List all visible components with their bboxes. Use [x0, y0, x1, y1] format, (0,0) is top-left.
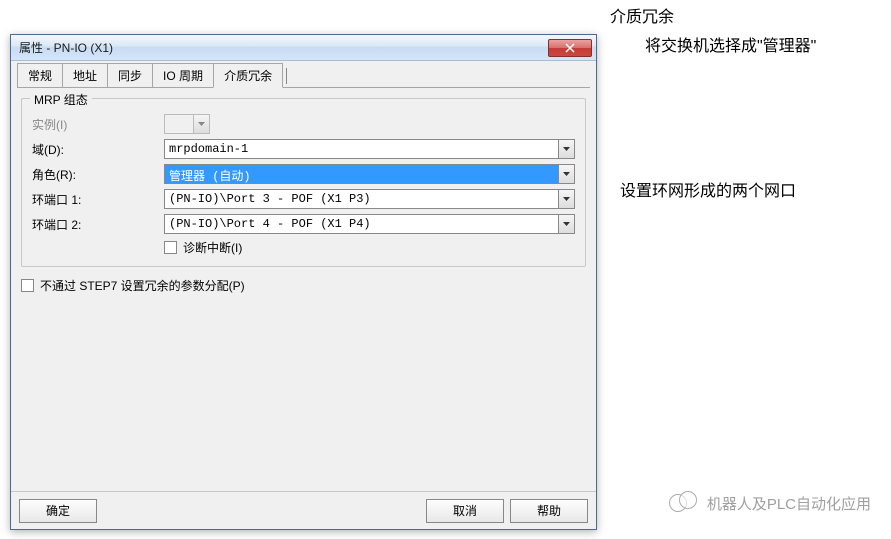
instance-value — [165, 115, 193, 133]
port1-dropdown-button[interactable] — [558, 190, 574, 208]
chevron-down-icon — [198, 122, 205, 126]
tab-general[interactable]: 常规 — [17, 63, 63, 87]
wechat-icon — [669, 491, 699, 515]
tab-io-cycle[interactable]: IO 周期 — [152, 63, 214, 87]
port2-label: 环端口 2: — [32, 216, 164, 233]
domain-value: mrpdomain-1 — [165, 140, 558, 158]
mrp-group-title: MRP 组态 — [30, 91, 92, 108]
tab-media-redundancy[interactable]: 介质冗余 — [213, 63, 283, 88]
tab-divider — [286, 68, 287, 84]
domain-dropdown-button[interactable] — [558, 140, 574, 158]
watermark: 机器人及PLC自动化应用 — [669, 491, 871, 515]
tab-address[interactable]: 地址 — [62, 63, 108, 87]
mrp-group: MRP 组态 实例(I) 域(D): mrpdomain-1 — [21, 98, 586, 267]
button-bar: 确定 取消 帮助 — [11, 491, 596, 529]
cancel-button[interactable]: 取消 — [426, 499, 504, 523]
role-combo[interactable]: 管理器 (自动) — [164, 164, 575, 184]
chevron-down-icon — [563, 172, 570, 176]
close-icon — [565, 43, 575, 53]
domain-combo[interactable]: mrpdomain-1 — [164, 139, 575, 159]
annotation-media-redundancy: 介质冗余 — [610, 6, 674, 30]
tab-content: MRP 组态 实例(I) 域(D): mrpdomain-1 — [17, 87, 590, 487]
help-button[interactable]: 帮助 — [510, 499, 588, 523]
step7-checkbox[interactable] — [21, 279, 34, 292]
ok-button[interactable]: 确定 — [19, 499, 97, 523]
diag-interrupt-label: 诊断中断(I) — [183, 239, 242, 256]
watermark-text: 机器人及PLC自动化应用 — [707, 493, 871, 514]
tab-bar: 常规 地址 同步 IO 周期 介质冗余 — [11, 61, 596, 87]
instance-combo — [164, 114, 210, 134]
port2-dropdown-button[interactable] — [558, 215, 574, 233]
annotation-ring-ports: 设置环网形成的两个网口 — [620, 180, 796, 204]
annotation-select-manager: 将交换机选择成"管理器" — [645, 35, 865, 59]
port2-combo[interactable]: (PN-IO)\Port 4 - POF (X1 P4) — [164, 214, 575, 234]
role-label: 角色(R): — [32, 166, 164, 183]
port1-value: (PN-IO)\Port 3 - POF (X1 P3) — [165, 190, 558, 208]
tab-sync[interactable]: 同步 — [107, 63, 153, 87]
chevron-down-icon — [563, 197, 570, 201]
role-dropdown-button[interactable] — [558, 165, 574, 183]
domain-label: 域(D): — [32, 141, 164, 158]
port1-label: 环端口 1: — [32, 191, 164, 208]
port2-value: (PN-IO)\Port 4 - POF (X1 P4) — [165, 215, 558, 233]
port1-combo[interactable]: (PN-IO)\Port 3 - POF (X1 P3) — [164, 189, 575, 209]
role-value: 管理器 (自动) — [165, 165, 558, 183]
instance-label: 实例(I) — [32, 116, 164, 133]
chevron-down-icon — [563, 147, 570, 151]
step7-label: 不通过 STEP7 设置冗余的参数分配(P) — [40, 277, 245, 294]
close-button[interactable] — [548, 39, 592, 57]
diag-interrupt-checkbox[interactable] — [164, 241, 177, 254]
dialog-title: 属性 - PN-IO (X1) — [19, 39, 548, 56]
properties-dialog: 属性 - PN-IO (X1) 常规 地址 同步 IO 周期 介质冗余 MRP … — [10, 34, 597, 530]
chevron-down-icon — [563, 222, 570, 226]
titlebar: 属性 - PN-IO (X1) — [11, 35, 596, 61]
instance-dropdown-button — [193, 115, 209, 133]
